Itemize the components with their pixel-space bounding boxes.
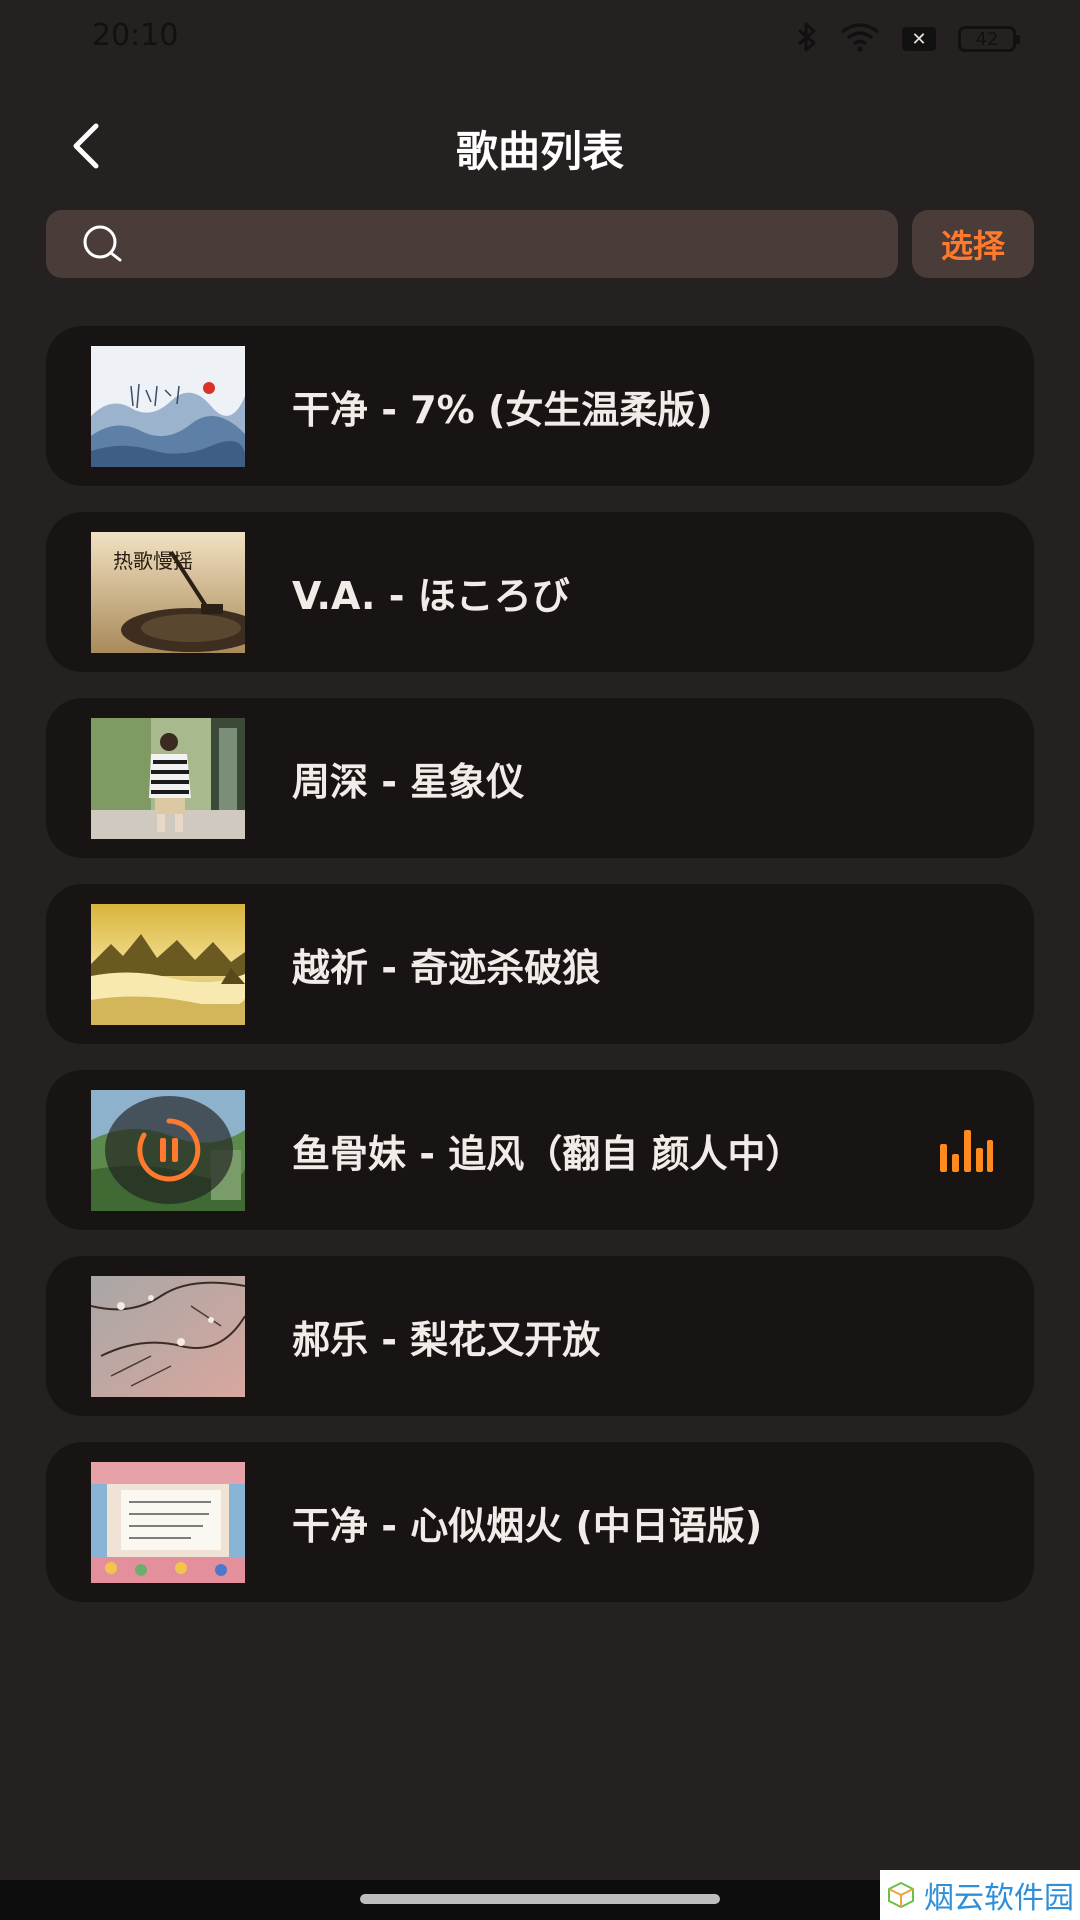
song-title: 干净 - 7% (女生温柔版): [292, 387, 713, 432]
album-cover: [91, 1276, 245, 1397]
watermark-text: 烟云软件园: [924, 1881, 1074, 1916]
bluetooth-icon: [796, 21, 818, 57]
header: 歌曲列表: [0, 100, 1080, 190]
album-cover: [91, 1090, 245, 1211]
song-item[interactable]: 热歌慢摇 V.A. - ほころび: [46, 512, 1034, 672]
song-item[interactable]: 郝乐 - 梨花又开放: [46, 1256, 1034, 1416]
search-icon: [80, 222, 124, 266]
select-button[interactable]: 选择: [912, 210, 1034, 278]
song-item[interactable]: 周深 - 星象仪: [46, 698, 1034, 858]
song-item[interactable]: 干净 - 心似烟火 (中日语版): [46, 1442, 1034, 1602]
song-item[interactable]: 干净 - 7% (女生温柔版): [46, 326, 1034, 486]
search-input[interactable]: [136, 213, 882, 275]
song-title: 越祈 - 奇迹杀破狼: [292, 945, 601, 990]
cover-text: 热歌慢摇: [113, 549, 193, 573]
status-time: 20:10: [92, 18, 179, 53]
page-title: 歌曲列表: [455, 127, 624, 176]
album-cover: [91, 904, 245, 1025]
song-title: 干净 - 心似烟火 (中日语版): [292, 1503, 763, 1548]
status-icons: ✕ 42: [796, 21, 1020, 57]
song-list: 干净 - 7% (女生温柔版) 热歌慢摇 V.A. - ほころび 周深 - 星象…: [46, 326, 1034, 1628]
pause-button[interactable]: [105, 1096, 233, 1204]
watermark: 烟云软件园: [880, 1870, 1080, 1920]
search-box[interactable]: [46, 210, 898, 278]
wifi-icon: [840, 22, 880, 56]
album-cover: [91, 346, 245, 467]
equalizer-icon: [940, 1130, 993, 1172]
song-title: 郝乐 - 梨花又开放: [292, 1317, 601, 1362]
song-item[interactable]: 越祈 - 奇迹杀破狼: [46, 884, 1034, 1044]
cube-logo-icon: [888, 1881, 914, 1909]
pause-icon: [137, 1118, 201, 1182]
album-cover: 热歌慢摇: [91, 532, 245, 653]
song-item-playing[interactable]: 鱼骨妹 - 追风（翻自 颜人中）: [46, 1070, 1034, 1230]
status-bar: 20:10 ✕ 42: [0, 0, 1080, 80]
home-indicator[interactable]: [360, 1894, 720, 1904]
song-title: V.A. - ほころび: [292, 573, 570, 618]
song-title: 周深 - 星象仪: [292, 759, 525, 804]
song-title: 鱼骨妹 - 追风（翻自 颜人中）: [292, 1131, 804, 1176]
album-cover: [91, 1462, 245, 1583]
song-list-screen: 20:10 ✕ 42 歌曲列表 选择 干净 - 7% (女生温柔版) 热歌慢摇 …: [0, 0, 1080, 1920]
no-sim-icon: ✕: [902, 27, 936, 51]
album-cover: [91, 718, 245, 839]
battery-icon: 42: [958, 26, 1020, 52]
